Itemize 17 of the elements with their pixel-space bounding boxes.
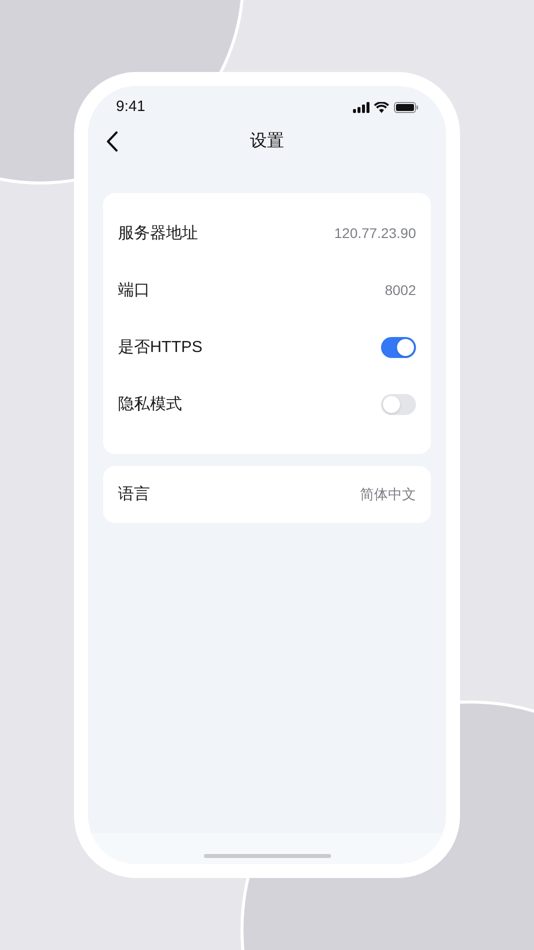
back-icon <box>106 130 118 152</box>
setting-value: 简体中文 <box>360 485 416 504</box>
setting-label: 隐私模式 <box>118 394 182 414</box>
toggle-switch[interactable] <box>381 337 416 358</box>
page-title: 设置 <box>250 130 284 152</box>
toggle-switch[interactable] <box>381 394 416 415</box>
battery-icon <box>394 102 418 112</box>
setting-value: 8002 <box>384 281 416 300</box>
setting-value: 120.77.23.90 <box>334 224 416 243</box>
status-time: 9:41 <box>116 96 146 117</box>
signal-icon <box>353 102 370 112</box>
wifi-icon <box>374 102 389 112</box>
setting-label: 是否HTTPS <box>118 338 202 358</box>
back-button[interactable] <box>104 130 120 152</box>
setting-label: 端口 <box>118 280 150 300</box>
setting-label: 语言 <box>118 484 150 504</box>
setting-label: 服务器地址 <box>118 224 198 244</box>
